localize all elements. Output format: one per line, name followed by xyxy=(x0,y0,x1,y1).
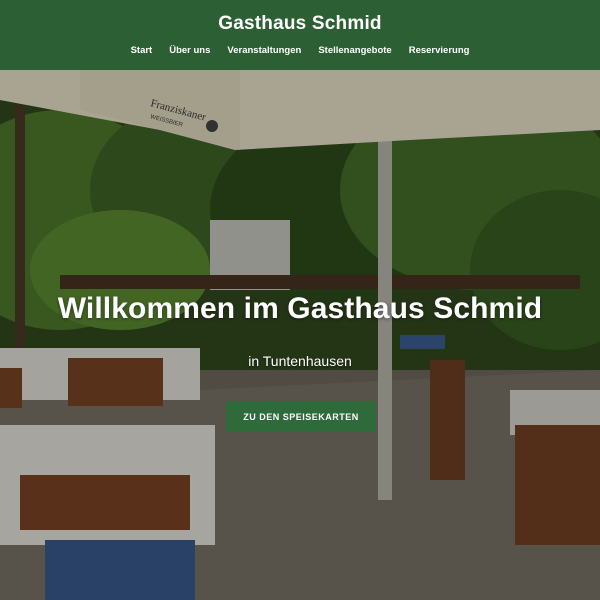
main-nav: Start Über uns Veranstaltungen Stellenan… xyxy=(0,45,600,56)
nav-item-start[interactable]: Start xyxy=(131,45,153,56)
site-header: Gasthaus Schmid Start Über uns Veranstal… xyxy=(0,0,600,70)
nav-item-reservierung[interactable]: Reservierung xyxy=(409,45,470,56)
menus-button[interactable]: ZU DEN SPEISEKARTEN xyxy=(226,401,376,432)
hero-section: Franziskaner WEISSBIER Willkommen im Gas… xyxy=(0,70,600,600)
nav-item-veranstaltungen[interactable]: Veranstaltungen xyxy=(227,45,301,56)
nav-item-stellenangebote[interactable]: Stellenangebote xyxy=(318,45,391,56)
hero-overlay xyxy=(0,70,600,600)
hero-title: Willkommen im Gasthaus Schmid xyxy=(57,292,543,325)
site-title[interactable]: Gasthaus Schmid xyxy=(0,0,600,35)
hero-subtitle: in Tuntenhausen xyxy=(248,353,352,369)
nav-item-ueber-uns[interactable]: Über uns xyxy=(169,45,210,56)
